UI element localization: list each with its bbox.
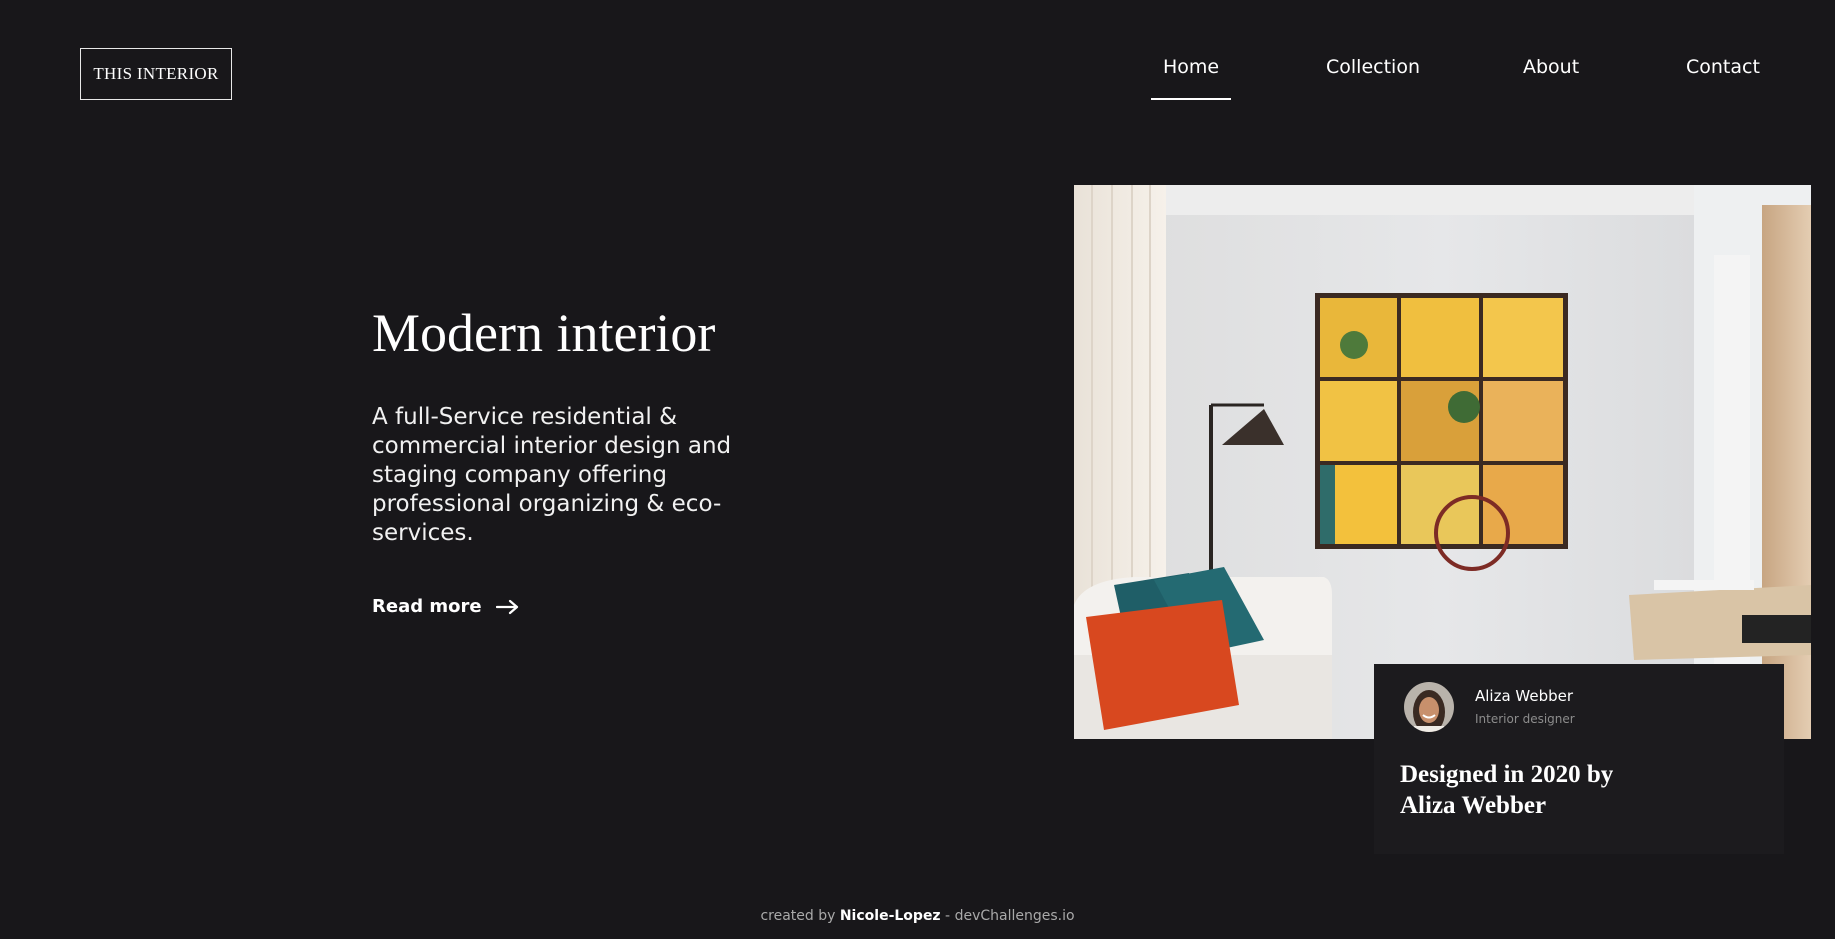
read-more-link[interactable]: Read more bbox=[372, 596, 520, 617]
footer-author-link[interactable]: Nicole-Lopez bbox=[840, 908, 941, 924]
nav-item-home[interactable]: Home bbox=[1150, 56, 1232, 100]
designer-name: Aliza Webber bbox=[1475, 687, 1574, 705]
hero-title: Modern interior bbox=[372, 303, 716, 363]
designer-card: Aliza Webber Interior designer Designed … bbox=[1374, 664, 1784, 854]
hero-description: A full-Service residential & commercial … bbox=[372, 404, 732, 546]
nav-item-about[interactable]: About bbox=[1523, 56, 1579, 100]
footer-prefix: created by bbox=[760, 908, 836, 924]
footer-separator: - bbox=[945, 908, 951, 924]
main-nav: Home Collection About Contact bbox=[1140, 56, 1780, 100]
page: THIS INTERIOR Home Collection About Cont… bbox=[0, 0, 1835, 939]
read-more-label: Read more bbox=[372, 596, 482, 617]
interior-photo bbox=[1074, 185, 1811, 739]
footer: created by Nicole-Lopez - devChallenges.… bbox=[0, 908, 1835, 924]
arrow-right-icon bbox=[495, 599, 520, 615]
avatar bbox=[1404, 682, 1454, 732]
nav-item-collection[interactable]: Collection bbox=[1326, 56, 1420, 100]
design-caption: Designed in 2020 by Aliza Webber bbox=[1400, 761, 1614, 819]
footer-site-link[interactable]: devChallenges.io bbox=[955, 908, 1075, 924]
logo[interactable]: THIS INTERIOR bbox=[80, 48, 232, 100]
designer-role: Interior designer bbox=[1475, 712, 1575, 726]
nav-item-contact[interactable]: Contact bbox=[1686, 56, 1760, 100]
